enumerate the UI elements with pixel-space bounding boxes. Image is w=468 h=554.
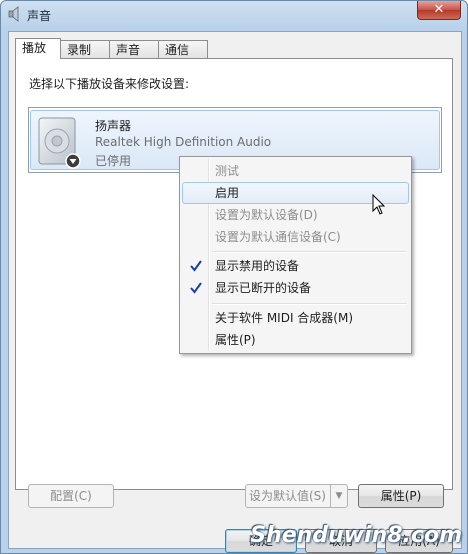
sound-speaker-icon	[8, 6, 19, 22]
close-button[interactable]: ✕	[417, 1, 461, 20]
menu-item-label: 显示已断开的设备	[215, 281, 312, 295]
device-name: 扬声器	[95, 119, 132, 133]
checkmark-icon	[190, 260, 202, 272]
menu-separator	[212, 303, 407, 305]
menu-item-set-default-comm-device[interactable]: 设置为默认通信设备(C)	[182, 226, 409, 248]
close-icon: ✕	[433, 2, 445, 17]
set-default-button[interactable]: 设为默认值(S) ▼	[245, 484, 348, 508]
panel-instruction: 选择以下播放设备来修改设置:	[29, 77, 190, 91]
menu-item-label: 显示禁用的设备	[215, 259, 300, 273]
tab-playback[interactable]: 播放	[15, 38, 61, 59]
title-bar[interactable]: 声音 ✕	[1, 1, 467, 27]
properties-button[interactable]: 属性(P)	[358, 484, 444, 508]
menu-item-test[interactable]: 测试	[182, 160, 409, 182]
menu-item-properties[interactable]: 属性(P)	[182, 329, 409, 351]
tab-communications[interactable]: 通信	[158, 40, 208, 58]
mouse-cursor-icon	[372, 194, 386, 215]
tab-recording[interactable]: 录制	[60, 40, 110, 58]
window-title: 声音	[27, 9, 52, 23]
menu-item-show-disabled[interactable]: 显示禁用的设备	[182, 255, 409, 277]
speaker-icon	[38, 117, 81, 169]
dropdown-arrow-icon[interactable]: ▼	[330, 485, 347, 507]
menu-item-about-midi[interactable]: 关于软件 MIDI 合成器(M)	[182, 307, 409, 329]
menu-separator	[212, 251, 407, 253]
device-description: Realtek High Definition Audio	[95, 135, 272, 149]
set-default-label: 设为默认值(S)	[249, 489, 326, 503]
checkmark-icon	[190, 282, 202, 294]
device-context-menu: 测试 启用 设置为默认设备(D) 设置为默认通信设备(C) 显示禁用的设备 显示…	[179, 156, 412, 354]
watermark-text: Shenduwin8.com	[250, 523, 462, 548]
menu-item-show-disconnected[interactable]: 显示已断开的设备	[182, 277, 409, 299]
device-status: 已停用	[95, 154, 132, 168]
configure-button[interactable]: 配置(C)	[28, 484, 114, 508]
tab-sounds[interactable]: 声音	[109, 40, 159, 58]
